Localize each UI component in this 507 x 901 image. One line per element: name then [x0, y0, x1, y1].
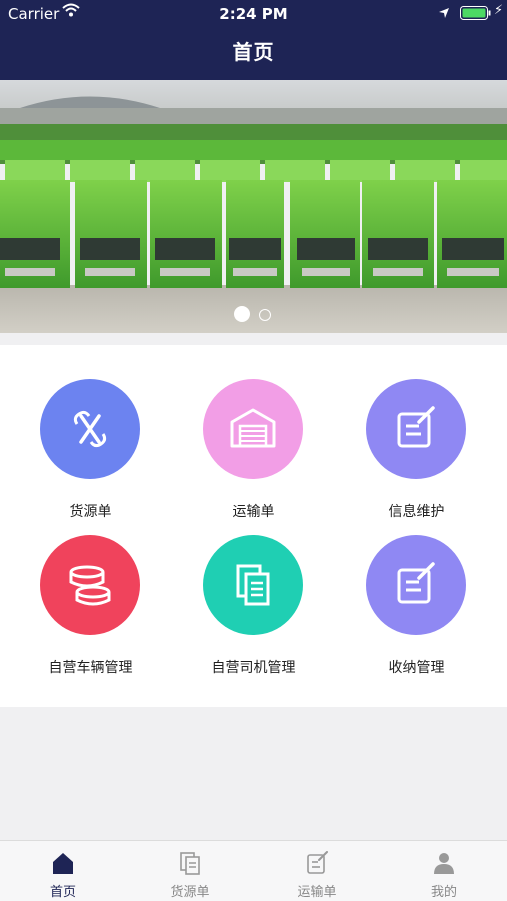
function-grid: 货源单 运输单 信息维护 自营车辆管理 自营司机管理 收纳管理	[0, 345, 507, 707]
battery-icon	[460, 6, 492, 24]
banner-carousel[interactable]	[0, 80, 507, 333]
page-title: 首页	[232, 40, 275, 64]
tab-cargo-order[interactable]: 货源单	[127, 841, 253, 901]
tab-bar: 首页 货源单 运输单 我的	[0, 840, 507, 901]
grid-icon-circle	[203, 379, 303, 479]
grid-item-cargo-order[interactable]: 货源单	[6, 379, 175, 529]
grid-item-own-driver[interactable]: 自营司机管理	[169, 535, 338, 685]
warehouse-icon	[230, 408, 276, 448]
grid-item-label: 收纳管理	[388, 660, 445, 676]
grid-item-info-maintenance[interactable]: 信息维护	[332, 379, 501, 529]
grid-icon-circle	[366, 379, 466, 479]
tab-label: 首页	[49, 885, 76, 900]
grid-icon-circle	[40, 379, 140, 479]
banner-image	[0, 80, 507, 333]
grid-item-label: 自营车辆管理	[48, 660, 133, 676]
grid-item-transport-order[interactable]: 运输单	[169, 379, 338, 529]
carousel-indicator[interactable]	[0, 306, 507, 326]
home-icon	[51, 851, 75, 879]
grid-item-label: 信息维护	[388, 504, 445, 520]
charging-icon: ⚡	[494, 3, 504, 18]
carousel-dot[interactable]	[259, 309, 271, 321]
location-arrow-icon	[438, 5, 450, 23]
grid-item-label: 货源单	[69, 504, 112, 520]
tab-transport-order[interactable]: 运输单	[254, 841, 380, 901]
nav-header: Carrier 2:24 PM ⚡ 首页	[0, 0, 507, 80]
coins-icon	[69, 565, 111, 606]
user-icon	[432, 851, 456, 879]
edit-icon	[305, 851, 329, 879]
grid-icon-circle	[203, 535, 303, 635]
edit-icon	[397, 562, 435, 604]
grid-item-storage[interactable]: 收纳管理	[332, 535, 501, 685]
grid-item-own-vehicle[interactable]: 自营车辆管理	[6, 535, 175, 685]
tab-home[interactable]: 首页	[0, 841, 126, 901]
status-time: 2:24 PM	[219, 5, 288, 23]
tab-mine[interactable]: 我的	[381, 841, 507, 901]
grid-item-label: 自营司机管理	[211, 660, 296, 676]
tab-label: 我的	[430, 885, 457, 900]
document-icon	[178, 851, 202, 879]
edit-icon	[397, 406, 435, 448]
tab-label: 运输单	[297, 885, 337, 900]
link-icon	[73, 410, 107, 448]
grid-icon-circle	[40, 535, 140, 635]
status-bar: Carrier 2:24 PM ⚡	[0, 0, 507, 28]
documents-icon	[236, 564, 270, 606]
tab-label: 货源单	[170, 885, 210, 900]
grid-item-label: 运输单	[232, 504, 275, 520]
carousel-dot-active[interactable]	[234, 306, 250, 322]
grid-icon-circle	[366, 535, 466, 635]
